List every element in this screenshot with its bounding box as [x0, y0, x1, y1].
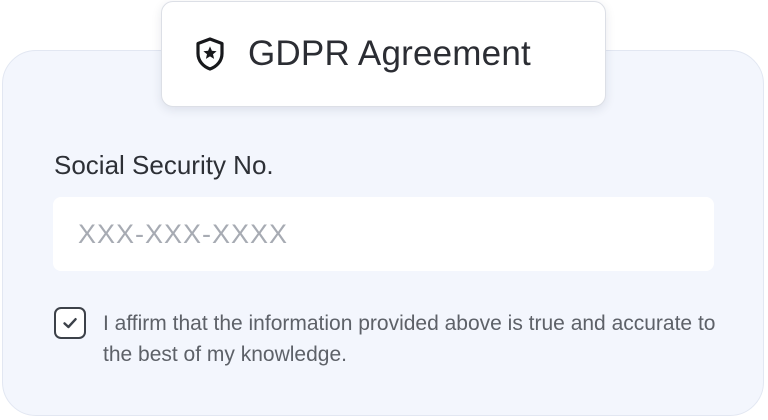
consent-checkbox[interactable] — [54, 307, 86, 339]
shield-star-icon — [196, 37, 224, 71]
checkmark-icon — [63, 318, 77, 329]
form-title: GDPR Agreement — [248, 34, 531, 73]
ssn-label: Social Security No. — [54, 150, 274, 180]
ssn-input[interactable] — [53, 197, 714, 271]
form-header: GDPR Agreement — [161, 1, 606, 107]
consent-text: I affirm that the information provided a… — [103, 312, 716, 366]
